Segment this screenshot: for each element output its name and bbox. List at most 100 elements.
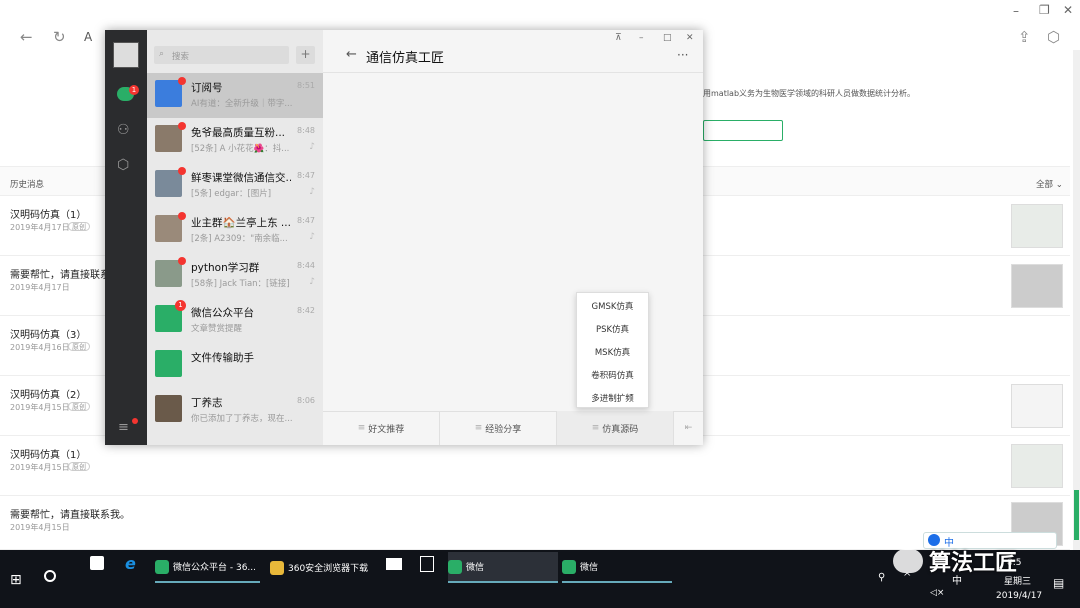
menu-item-psk[interactable]: PSK仿真 bbox=[577, 319, 648, 342]
menu-item-conv[interactable]: 卷积码仿真 bbox=[577, 365, 648, 388]
tab-label: 仿真源码 bbox=[602, 424, 639, 435]
tab-articles[interactable]: ≡ 好文推荐 bbox=[323, 411, 439, 445]
chat-item-file-transfer[interactable]: 文件传输助手 bbox=[147, 343, 323, 388]
row-tag: 原创 bbox=[68, 462, 90, 471]
back-arrow-icon[interactable]: ← bbox=[346, 47, 357, 62]
row-thumbnail bbox=[1011, 444, 1063, 488]
share-icon[interactable]: ⇪ bbox=[1018, 28, 1031, 46]
menu-icon: ≡ bbox=[591, 423, 600, 433]
clock-date: 2019/4/17 bbox=[996, 591, 1043, 601]
wechat-sidebar: 1 ⚇ ⬡ ≡ bbox=[105, 30, 147, 445]
page-scrollbar[interactable] bbox=[1073, 50, 1080, 550]
close-icon[interactable]: ✕ bbox=[686, 33, 694, 43]
calculator-icon[interactable] bbox=[420, 556, 434, 572]
chat-name: 业主群🏠兰亭上东 ... bbox=[191, 217, 291, 229]
chat-item-group[interactable]: 业主群🏠兰亭上东 ... [2条] A2309："南余临... 8:47 ♪ bbox=[147, 208, 323, 253]
minimize-icon[interactable]: – bbox=[1013, 4, 1019, 18]
tab-label: 好文推荐 bbox=[368, 424, 405, 435]
row-date: 2019年4月15日 bbox=[10, 403, 70, 412]
menu-icon: ≡ bbox=[357, 423, 366, 433]
cube-icon[interactable]: ⬡ bbox=[1047, 28, 1060, 46]
taskbar-app-wechat[interactable]: 微信 bbox=[448, 552, 558, 583]
chat-item-group[interactable]: 鲜枣课堂微信通信交... [5条] edgar：[图片] 8:47 ♪ bbox=[147, 163, 323, 208]
taskbar-app-browser[interactable]: 微信公众平台 - 36... bbox=[155, 552, 260, 583]
chat-time: 8:42 bbox=[297, 306, 315, 315]
chat-badge: 1 bbox=[129, 85, 139, 95]
restore-icon[interactable]: ❐ bbox=[1039, 3, 1050, 17]
chat-name: 微信公众平台 bbox=[191, 307, 254, 319]
menu-item-msk[interactable]: MSK仿真 bbox=[577, 342, 648, 365]
menu-icon: ≡ bbox=[474, 423, 483, 433]
row-title: 汉明码仿真（2） bbox=[10, 390, 87, 401]
mute-icon: ♪ bbox=[309, 142, 315, 152]
windows-start-icon[interactable]: ⊞ bbox=[10, 572, 22, 588]
taskbar-app-folder[interactable]: 360安全浏览器下载 bbox=[270, 552, 380, 583]
contacts-icon[interactable]: ⚇ bbox=[117, 122, 130, 138]
store-icon[interactable] bbox=[90, 556, 104, 570]
history-label: 历史消息 bbox=[10, 180, 45, 190]
keyboard-toggle-icon[interactable]: ⇤ bbox=[673, 411, 703, 445]
volume-icon[interactable]: ◁× bbox=[930, 588, 944, 598]
close-icon[interactable]: ✕ bbox=[1063, 3, 1073, 17]
history-row[interactable]: 汉明码仿真（1） 2019年4月15日 原创 bbox=[0, 436, 1070, 496]
chat-name: 丁养志 bbox=[191, 397, 223, 409]
app-icon bbox=[155, 559, 169, 574]
green-input-field[interactable] bbox=[703, 120, 783, 141]
chat-time: 8:06 bbox=[297, 396, 315, 405]
watermark-text: 算法工匠 bbox=[929, 551, 1018, 576]
search-input[interactable]: ⌕ 搜索 bbox=[154, 46, 289, 64]
chat-name: 鲜枣课堂微信通信交... bbox=[191, 172, 291, 184]
chat-item-subscriptions[interactable]: 订阅号 AI有道：全新升级｜带字... 8:51 bbox=[147, 73, 323, 118]
chat-title: 通信仿真工匠 bbox=[366, 51, 445, 66]
row-date: 2019年4月15日 bbox=[10, 523, 70, 532]
tab-label: 经验分享 bbox=[485, 424, 522, 435]
cortana-icon[interactable] bbox=[44, 570, 56, 582]
more-icon[interactable]: ··· bbox=[677, 48, 688, 62]
row-title: 需要帮忙，请直接联系我。 bbox=[10, 510, 130, 521]
taskbar-app-wechat[interactable]: 微信 bbox=[562, 552, 672, 583]
back-icon[interactable]: ← bbox=[20, 28, 33, 46]
chat-item-contact[interactable]: 丁养志 你已添加了丁养志，现在... 8:06 bbox=[147, 388, 323, 433]
row-date: 2019年4月15日 bbox=[10, 463, 70, 472]
ie-icon[interactable]: e bbox=[125, 554, 136, 573]
wechat-icon bbox=[562, 559, 576, 574]
refresh-icon[interactable]: ↻ bbox=[53, 28, 66, 46]
mail-icon[interactable] bbox=[386, 558, 402, 570]
row-tag: 原创 bbox=[68, 342, 90, 351]
unread-dot bbox=[178, 77, 186, 85]
menu-item-spread[interactable]: 多进制扩频 bbox=[577, 388, 648, 411]
favorites-icon[interactable]: ⬡ bbox=[117, 157, 129, 173]
url-prefix[interactable]: A bbox=[84, 30, 92, 44]
unread-dot bbox=[178, 122, 186, 130]
row-tag: 原创 bbox=[68, 402, 90, 411]
tab-source-code[interactable]: ≡ 仿真源码 bbox=[556, 411, 673, 445]
row-title: 汉明码仿真（3） bbox=[10, 330, 87, 341]
minimize-icon[interactable]: – bbox=[639, 33, 644, 43]
settings-badge bbox=[132, 418, 138, 424]
chat-item-group[interactable]: 免爷最高质量互粉... [52条] A 小花花🌺：抖... 8:48 ♪ bbox=[147, 118, 323, 163]
maximize-icon[interactable]: □ bbox=[663, 33, 672, 43]
menu-item-gmsk[interactable]: GMSK仿真 bbox=[577, 296, 648, 319]
mute-icon: ♪ bbox=[309, 187, 315, 197]
chat-item-group[interactable]: python学习群 [58条] Jack Tian：[链接] 8:44 ♪ bbox=[147, 253, 323, 298]
chat-item-wechat-platform[interactable]: 1 微信公众平台 文章赞赏提醒 8:42 bbox=[147, 298, 323, 343]
row-thumbnail bbox=[1011, 384, 1063, 428]
tab-experience[interactable]: ≡ 经验分享 bbox=[439, 411, 556, 445]
wechat-logo-icon bbox=[893, 549, 923, 573]
add-button[interactable]: + bbox=[296, 46, 315, 64]
chat-time: 8:47 bbox=[297, 216, 315, 225]
row-thumbnail bbox=[1011, 204, 1063, 248]
scroll-thumb[interactable] bbox=[1074, 490, 1079, 540]
settings-menu-icon[interactable]: ≡ bbox=[118, 420, 129, 435]
search-icon: ⌕ bbox=[159, 49, 165, 59]
pin-icon[interactable]: ⊼ bbox=[615, 33, 622, 43]
chat-name: 文件传输助手 bbox=[191, 352, 254, 364]
filter-dropdown[interactable]: 全部 ⌄ bbox=[1036, 178, 1063, 190]
notification-icon[interactable]: ▤ bbox=[1053, 576, 1064, 590]
people-icon[interactable]: ⚲ bbox=[878, 572, 885, 583]
app-label: 360安全浏览器下载 bbox=[288, 564, 369, 574]
app-label: 微信公众平台 - 36... bbox=[173, 563, 257, 573]
profile-avatar[interactable] bbox=[113, 42, 139, 68]
group-avatar bbox=[155, 125, 182, 152]
history-row[interactable]: 需要帮忙，请直接联系我。 2019年4月15日 bbox=[0, 496, 1070, 550]
